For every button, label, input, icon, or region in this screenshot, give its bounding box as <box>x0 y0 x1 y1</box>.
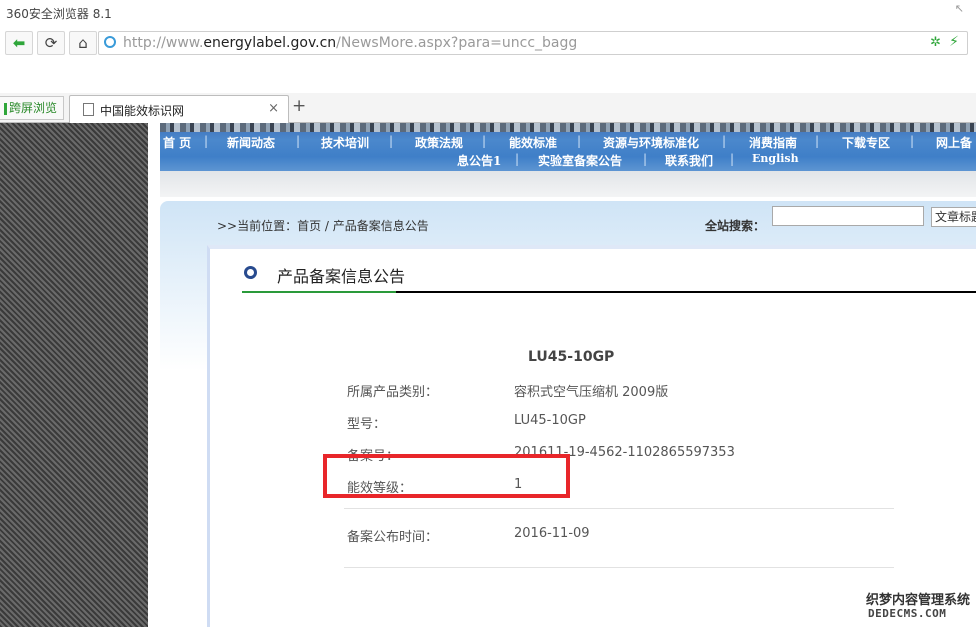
nav-separator: | <box>482 134 487 148</box>
tab-title: 中国能效标识网 <box>100 104 185 118</box>
nav-english[interactable]: English <box>752 152 799 165</box>
field-value-publish-date: 2016-11-09 <box>514 526 590 541</box>
tab-strip: 跨屏浏览 中国能效标识网 × + <box>0 93 976 123</box>
field-label-category: 所属产品类别： <box>347 385 439 400</box>
nav-home[interactable]: 首 页 <box>163 134 191 151</box>
split-screen-button[interactable]: 跨屏浏览 <box>0 96 64 120</box>
split-bar-icon <box>4 102 7 115</box>
page-margin <box>0 123 148 627</box>
app-title: 360安全浏览器 8.1 <box>6 7 112 21</box>
nav-standards[interactable]: 能效标准 <box>509 134 557 151</box>
corner-arrow-icon[interactable]: ↖ <box>955 2 964 15</box>
nav-separator: | <box>389 134 394 148</box>
search-input[interactable] <box>772 206 924 226</box>
website-content: 首 页 | 新闻动态 | 技术培训 | 政策法规 | 能效标准 | 资源与环境标… <box>148 123 976 627</box>
address-bar[interactable]: http://www.energylabel.gov.cn/NewsMore.a… <box>98 31 968 55</box>
home-icon: ⌂ <box>78 34 88 52</box>
nav-separator: | <box>577 134 582 148</box>
panel-side-fade <box>160 281 208 371</box>
nav-policy[interactable]: 政策法规 <box>415 134 463 151</box>
nav-shadow <box>160 171 976 197</box>
url-text[interactable]: http://www.energylabel.gov.cn/NewsMore.a… <box>123 35 577 51</box>
url-path: /NewsMore.aspx?para=uncc_bagg <box>336 35 578 51</box>
back-arrow-icon: ⬅ <box>12 34 26 52</box>
main-panel: >>当前位置：首页 / 产品备案信息公告 全站搜索： 文章标题 产品备案信息公告… <box>160 201 976 627</box>
globe-icon <box>104 36 116 48</box>
url-domain: energylabel.gov.cn <box>203 35 337 51</box>
nav-news[interactable]: 新闻动态 <box>227 134 275 151</box>
browser-toolbar: ⬅ ⟳ ⌂ http://www.energylabel.gov.cn/News… <box>0 28 976 58</box>
annotation-highlight-box <box>323 454 570 498</box>
nav-contact[interactable]: 联系我们 <box>665 152 713 169</box>
url-prefix: http://www. <box>123 35 204 51</box>
security-shield-icon[interactable]: ✲ <box>930 35 941 50</box>
section-heading: 产品备案信息公告 <box>277 267 406 286</box>
nav-info-notice[interactable]: 息公告1 <box>457 152 501 169</box>
heading-underline-accent <box>242 291 396 293</box>
back-button[interactable]: ⬅ <box>5 31 33 55</box>
page-icon <box>83 103 94 116</box>
search-type-select[interactable]: 文章标题 <box>931 207 976 227</box>
nav-lab-notice[interactable]: 实验室备案公告 <box>538 152 622 169</box>
nav-separator: | <box>643 152 648 166</box>
field-value-model: LU45-10GP <box>514 413 586 428</box>
refresh-icon: ⟳ <box>44 34 58 52</box>
refresh-button[interactable]: ⟳ <box>37 31 65 55</box>
circle-bullet-icon <box>244 266 257 279</box>
split-screen-label: 跨屏浏览 <box>9 101 58 115</box>
nav-separator: | <box>515 152 520 166</box>
nav-separator: | <box>204 134 209 148</box>
breadcrumb: >>当前位置：首页 / 产品备案信息公告 <box>217 219 429 233</box>
nav-separator: | <box>296 134 301 148</box>
heading-underline <box>396 291 976 293</box>
header-photo-strip <box>160 123 976 132</box>
nav-separator: | <box>910 134 915 148</box>
field-label-publish-date: 备案公布时间： <box>347 530 439 545</box>
site-nav-bar: 首 页 | 新闻动态 | 技术培训 | 政策法规 | 能效标准 | 资源与环境标… <box>160 123 976 171</box>
search-label: 全站搜索： <box>705 219 766 233</box>
close-icon[interactable]: × <box>268 101 279 116</box>
speed-mode-icon[interactable]: ⚡ <box>949 34 959 50</box>
field-label-model: 型号： <box>347 417 387 432</box>
tab-energylabel[interactable]: 中国能效标识网 × <box>69 95 289 123</box>
window-titlebar: 360安全浏览器 8.1 ↖ <box>0 0 976 26</box>
row-divider <box>344 508 894 509</box>
watermark-text: 织梦内容管理系统 <box>866 589 971 608</box>
row-divider <box>344 567 894 568</box>
nav-separator: | <box>730 152 735 166</box>
article-box: 产品备案信息公告 LU45-10GP 所属产品类别： 容积式空气压缩机 2009… <box>207 245 976 627</box>
model-title: LU45-10GP <box>528 349 615 365</box>
nav-downloads[interactable]: 下载专区 <box>842 134 890 151</box>
nav-training[interactable]: 技术培训 <box>321 134 369 151</box>
watermark-domain: DEDECMS.COM <box>868 607 947 620</box>
home-button[interactable]: ⌂ <box>69 31 97 55</box>
new-tab-button[interactable]: + <box>292 96 306 116</box>
field-value-category: 容积式空气压缩机 2009版 <box>514 385 669 400</box>
nav-consumer[interactable]: 消费指南 <box>749 134 797 151</box>
nav-online-filing[interactable]: 网上备 <box>936 134 972 151</box>
nav-environment[interactable]: 资源与环境标准化 <box>603 134 699 151</box>
nav-separator: | <box>722 134 727 148</box>
nav-separator: | <box>815 134 820 148</box>
